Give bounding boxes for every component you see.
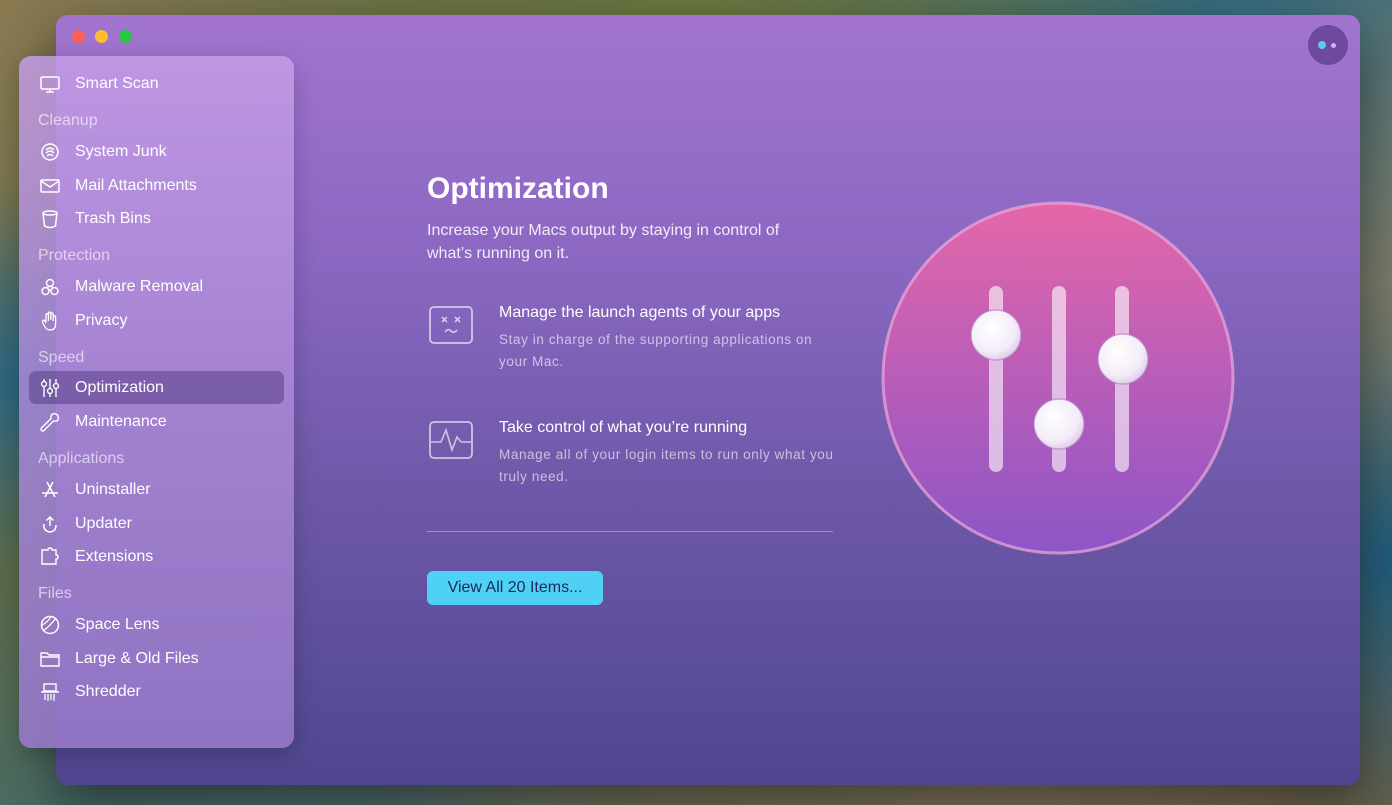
shredder-icon [41,683,59,701]
sidebar-item-label: Extensions [75,548,154,565]
assistant-dot-small-icon [1331,43,1336,48]
smart-scan-icon [40,76,60,93]
space-lens-icon [40,615,60,635]
feature-description: Stay in charge of the supporting applica… [499,332,813,369]
sidebar-item-label: Malware Removal [75,278,204,295]
sidebar-item-large-old-files[interactable]: Large & Old Files [29,642,284,675]
sidebar-item-trash-bins[interactable]: Trash Bins [29,202,284,235]
sidebar-item-label: Large & Old Files [75,650,199,667]
sidebar-item-mail-attachments[interactable]: Mail Attachments [29,169,284,202]
section-title-speed: Speed [38,349,85,366]
sidebar-item-label: Space Lens [75,616,160,633]
puzzle-icon [41,547,59,565]
assistant-button[interactable] [1308,25,1348,65]
sidebar-item-maintenance[interactable]: Maintenance [29,405,284,438]
sidebar-item-space-lens[interactable]: Space Lens [29,608,284,641]
sliders-icon [40,379,60,397]
page-description: Increase your Macs output by staying in … [427,222,780,262]
feature-title: Manage the launch agents of your apps [499,304,781,321]
sidebar-item-optimization[interactable]: Optimization [29,371,284,404]
sidebar-item-privacy[interactable]: Privacy [29,304,284,337]
sidebar-item-smart-scan[interactable]: Smart Scan [29,67,284,100]
feature-description: Manage all of your login items to run on… [499,447,834,484]
feature-title: Take control of what you’re running [499,419,748,436]
optimization-hero-icon [881,201,1235,555]
update-arrow-icon [43,515,57,533]
sidebar-item-system-junk[interactable]: System Junk [29,135,284,168]
hand-icon [41,311,57,331]
sidebar: Smart Scan Cleanup System Junk Mail Atta… [19,56,294,748]
activity-monitor-icon [429,421,473,459]
assistant-dot-icon [1318,41,1326,49]
trash-icon [42,210,58,229]
maximize-window-button[interactable] [119,30,132,43]
sidebar-item-label: Optimization [75,379,164,396]
app-store-icon [42,481,58,498]
sidebar-item-malware-removal[interactable]: Malware Removal [29,270,284,303]
section-title-applications: Applications [38,450,125,467]
section-title-protection: Protection [38,247,111,264]
sidebar-item-label: Privacy [75,312,128,329]
sidebar-item-label: Uninstaller [75,481,151,498]
sidebar-item-label: Trash Bins [75,210,151,227]
sidebar-item-label: Mail Attachments [75,177,197,194]
sidebar-item-label: Updater [75,515,132,532]
sidebar-item-shredder[interactable]: Shredder [29,675,284,708]
section-title-files: Files [38,585,72,602]
view-all-items-button[interactable]: View All 20 Items... [427,571,603,605]
divider [427,531,833,532]
biohazard-icon [41,278,59,296]
sidebar-item-label: Smart Scan [75,75,159,92]
folder-icon [40,652,60,667]
sidebar-item-label: Maintenance [75,413,167,430]
wrench-icon [40,412,60,432]
sidebar-item-label: System Junk [75,143,167,160]
minimize-window-button[interactable] [95,30,108,43]
close-window-button[interactable] [72,30,85,43]
mail-icon [40,179,60,193]
sidebar-item-uninstaller[interactable]: Uninstaller [29,473,284,506]
launch-agents-icon [429,306,473,344]
sidebar-item-extensions[interactable]: Extensions [29,540,284,573]
page-title: Optimization [427,172,609,205]
section-title-cleanup: Cleanup [38,112,98,129]
system-junk-icon [41,143,59,161]
sidebar-item-label: Shredder [75,683,141,700]
sidebar-item-updater[interactable]: Updater [29,507,284,540]
